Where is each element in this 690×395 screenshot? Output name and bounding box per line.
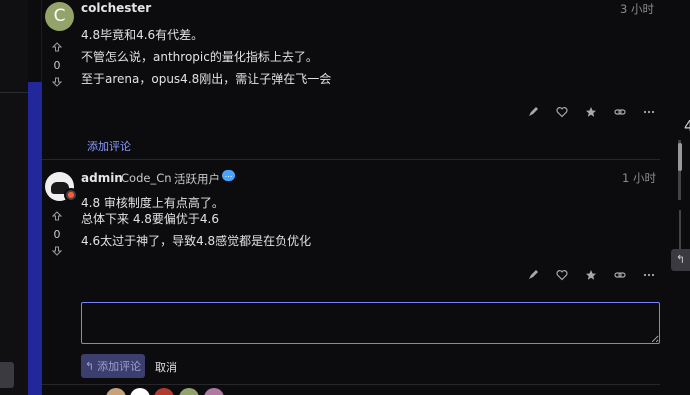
left-panel-button[interactable] bbox=[0, 362, 14, 388]
column-divider bbox=[41, 0, 42, 82]
post-separator bbox=[42, 159, 660, 160]
post-time[interactable]: 1 小时 bbox=[622, 170, 656, 186]
avatar[interactable] bbox=[106, 388, 126, 395]
rocket-icon[interactable] bbox=[518, 269, 547, 284]
username[interactable]: colchester bbox=[81, 1, 151, 15]
timeline-position: 4 bbox=[684, 117, 690, 135]
link-icon[interactable] bbox=[605, 269, 634, 284]
thread-accent-bar bbox=[28, 82, 42, 395]
vote-widget: 0 bbox=[48, 211, 66, 259]
more-icon[interactable] bbox=[634, 269, 663, 284]
comment-input[interactable] bbox=[81, 302, 660, 344]
timeline-handle[interactable] bbox=[678, 143, 682, 171]
heart-icon[interactable] bbox=[547, 106, 576, 121]
post-time[interactable]: 3 小时 bbox=[620, 1, 654, 17]
post-actions bbox=[518, 269, 663, 284]
post-text-line: 不管怎么说，anthropic的量化指标上去了。 bbox=[81, 50, 318, 64]
user-handle[interactable]: Code_Cn bbox=[121, 171, 172, 185]
upvote-icon[interactable] bbox=[48, 42, 66, 55]
post-text-line: 4.8毕竟和4.6有代差。 bbox=[81, 28, 204, 42]
vote-count: 0 bbox=[53, 228, 61, 241]
chat-icon[interactable]: … bbox=[222, 170, 235, 181]
left-panel bbox=[0, 0, 28, 395]
heart-icon[interactable] bbox=[547, 269, 576, 284]
more-icon[interactable] bbox=[634, 106, 663, 121]
star-icon[interactable] bbox=[576, 106, 605, 121]
add-comment-button-label: 添加评论 bbox=[97, 360, 142, 373]
post-actions bbox=[518, 106, 663, 121]
star-icon[interactable] bbox=[576, 269, 605, 284]
downvote-icon[interactable] bbox=[48, 77, 66, 90]
vote-widget: 0 bbox=[48, 42, 66, 90]
add-comment-button[interactable]: ↰ 添加评论 bbox=[81, 354, 145, 378]
flair-icon: ● bbox=[64, 188, 78, 202]
avatar[interactable] bbox=[154, 388, 174, 395]
link-icon[interactable] bbox=[605, 106, 634, 121]
cancel-button[interactable]: 取消 bbox=[155, 359, 177, 375]
post-text-line: 至于arena，opus4.8刚出，需让子弹在飞一会 bbox=[81, 72, 332, 86]
avatar[interactable]: C bbox=[45, 2, 74, 31]
downvote-icon[interactable] bbox=[48, 246, 66, 259]
avatar[interactable] bbox=[130, 388, 150, 395]
vote-count: 0 bbox=[53, 59, 61, 72]
upvote-icon[interactable] bbox=[48, 211, 66, 224]
back-icon[interactable]: ↰ bbox=[671, 249, 690, 271]
add-comment-link[interactable]: 添加评论 bbox=[87, 138, 131, 154]
left-panel-divider bbox=[0, 92, 28, 93]
post-text-line: 总体下来 4.8要偏优于4.6 bbox=[81, 212, 219, 226]
username[interactable]: admin bbox=[81, 171, 123, 185]
user-title: 活跃用户 bbox=[174, 172, 220, 186]
rocket-icon[interactable] bbox=[518, 106, 547, 121]
avatar[interactable] bbox=[179, 388, 199, 395]
post-separator bbox=[42, 384, 660, 385]
post-text-line: 4.8 审核制度上有点高了。 bbox=[81, 196, 224, 210]
post-text-line: 4.6太过于神了，导致4.8感觉都是在负优化 bbox=[81, 234, 312, 248]
reply-icon: ↰ bbox=[84, 359, 95, 373]
avatar[interactable] bbox=[204, 388, 224, 395]
